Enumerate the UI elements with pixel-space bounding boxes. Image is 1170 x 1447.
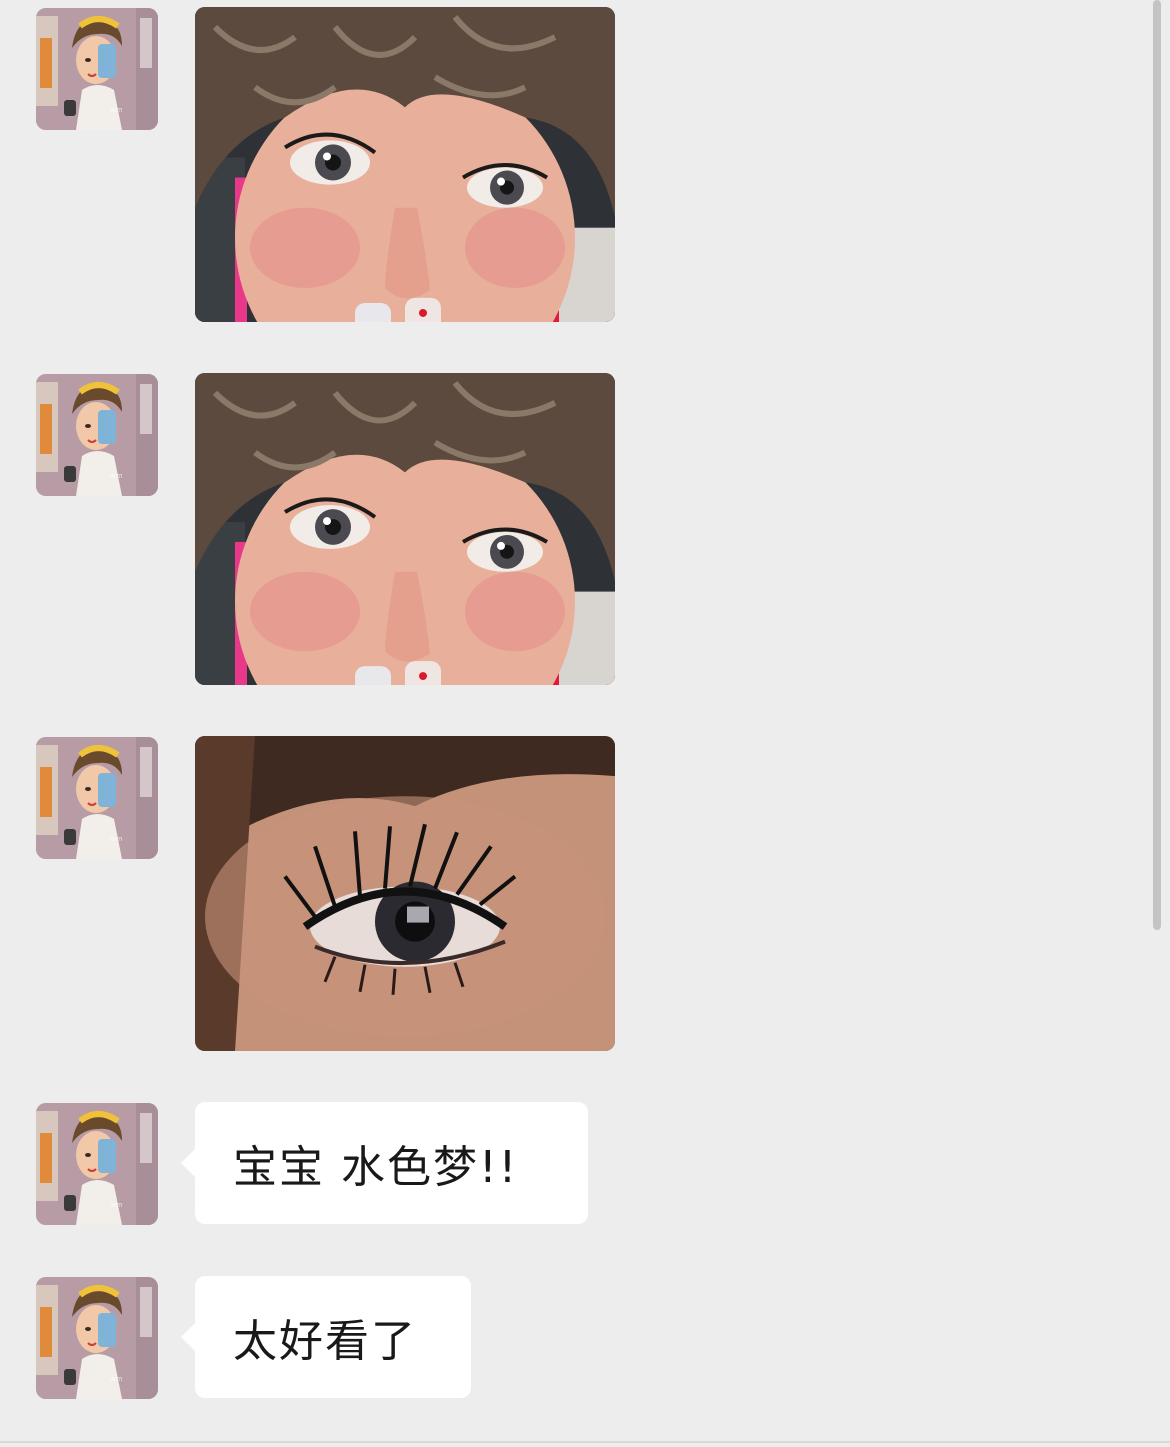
vertical-scrollbar[interactable] — [1153, 0, 1161, 930]
chat-message-list[interactable]: 宝宝 水色梦!! 太好看了 — [0, 0, 1170, 1447]
comic-selfie-avatar-image — [36, 1277, 158, 1399]
image-message[interactable] — [195, 373, 615, 685]
text-message-bubble[interactable]: 宝宝 水色梦!! — [181, 1102, 588, 1224]
comic-selfie-avatar-image — [36, 1103, 158, 1225]
image-message[interactable] — [195, 736, 615, 1051]
face-photo-image — [195, 373, 615, 685]
sender-avatar[interactable] — [36, 1103, 158, 1225]
sender-avatar[interactable] — [36, 737, 158, 859]
message-text: 宝宝 水色梦!! — [233, 1142, 519, 1193]
text-message-bubble[interactable]: 太好看了 — [181, 1276, 471, 1398]
comic-selfie-avatar-image — [36, 374, 158, 496]
message-text: 太好看了 — [233, 1316, 417, 1367]
sender-avatar[interactable] — [36, 8, 158, 130]
image-message[interactable] — [195, 7, 615, 322]
input-area-divider — [0, 1441, 1170, 1443]
eye-photo-image — [195, 736, 615, 1051]
comic-selfie-avatar-image — [36, 737, 158, 859]
sender-avatar[interactable] — [36, 1277, 158, 1399]
face-photo-image — [195, 7, 615, 322]
comic-selfie-avatar-image — [36, 8, 158, 130]
sender-avatar[interactable] — [36, 374, 158, 496]
